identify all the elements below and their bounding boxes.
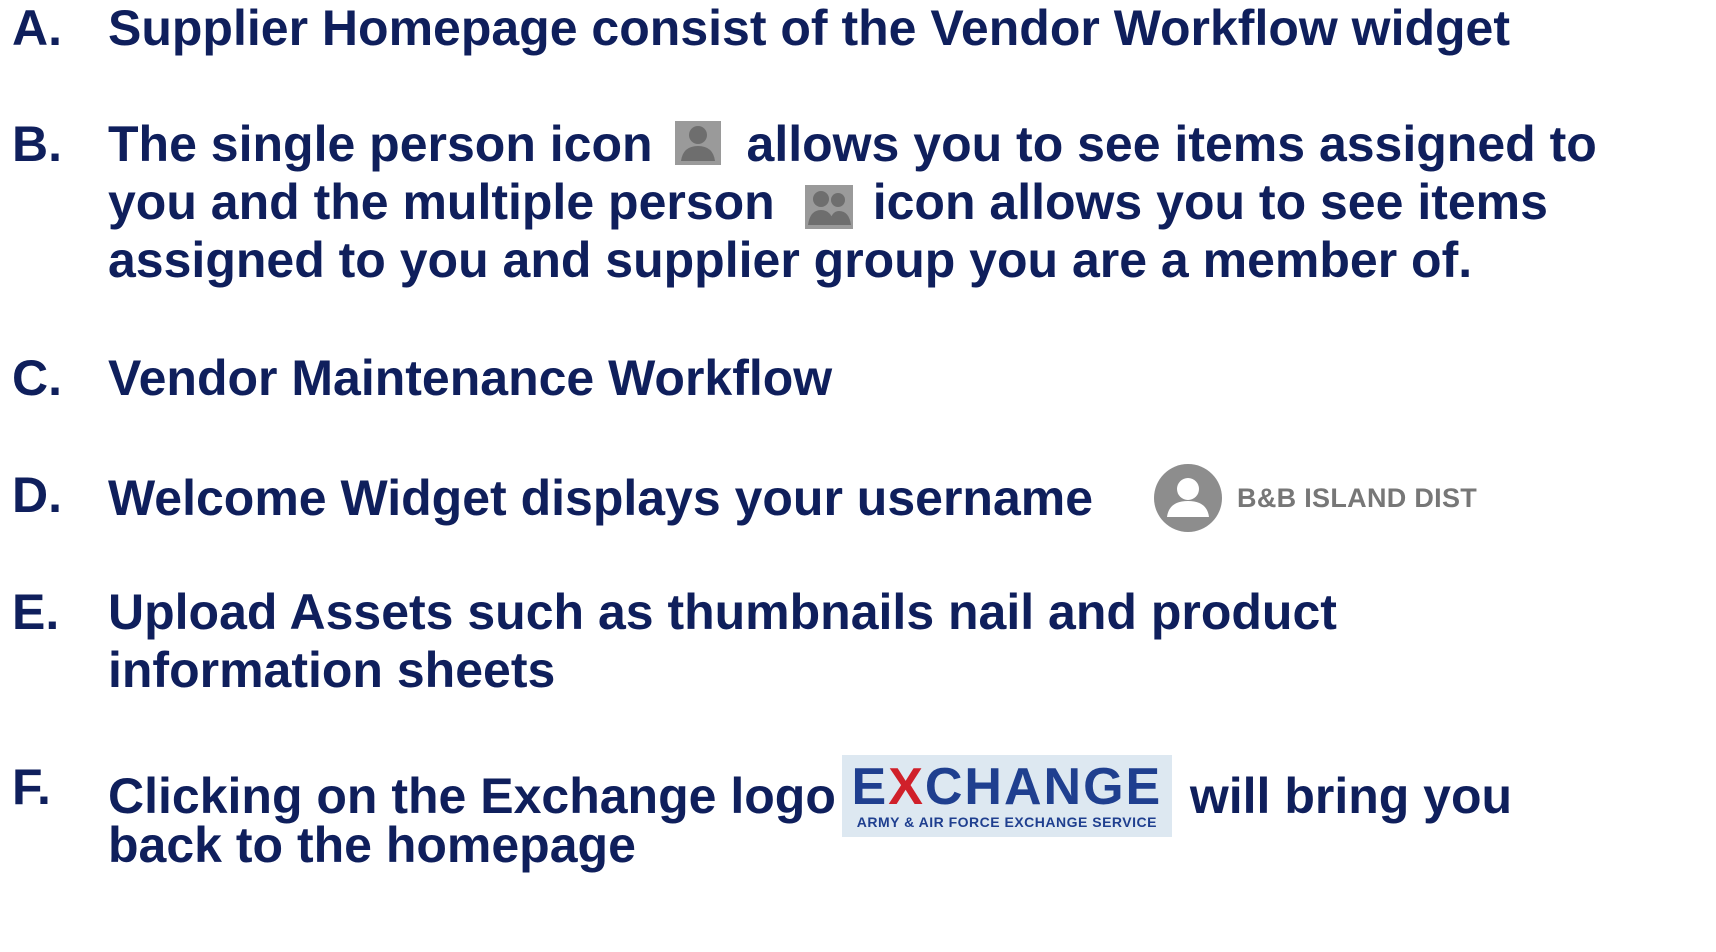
item-letter: A. [12, 0, 62, 56]
item-letter: C. [12, 350, 62, 406]
item-text: allows you to see items assigned to [746, 116, 1597, 172]
item-text: Vendor Maintenance Workflow [108, 350, 833, 406]
user-avatar-icon [1153, 463, 1223, 533]
exchange-logo[interactable]: EXCHANGE ARMY & AIR FORCE EXCHANGE SERVI… [841, 755, 1172, 837]
item-line-2: back to the homepage [108, 817, 636, 873]
item-text: The single person icon [108, 116, 653, 172]
single-person-icon [674, 116, 721, 165]
item-letter: F. [12, 759, 51, 815]
item-line-3: assigned to you and supplier group you a… [108, 232, 1473, 288]
item-line-2: you and the multiple person icon allows … [108, 170, 1548, 234]
username: B&B ISLAND DIST [1237, 483, 1478, 513]
item-line: Welcome Widget displays your username B&… [108, 463, 1477, 533]
item-letter: B. [12, 116, 62, 172]
item-text: Supplier Homepage consist of the Vendor … [108, 0, 1511, 56]
item-letter: E. [12, 584, 60, 640]
item-line-1: The single person icon allows you to see… [108, 112, 1597, 176]
logo-tagline: ARMY & AIR FORCE EXCHANGE SERVICE [856, 814, 1157, 830]
item-text: will bring you [1189, 768, 1513, 824]
item-text: icon allows you to see items [872, 174, 1548, 230]
item-letter: D. [12, 467, 62, 523]
item-line-1: Upload Assets such as thumbnails nail an… [108, 584, 1337, 640]
item-line-2: information sheets [108, 642, 556, 698]
item-text: you and the multiple person [108, 174, 775, 230]
item-text: Welcome Widget displays your username [108, 470, 1094, 526]
logo-wordmark: EXCHANGE [851, 758, 1163, 816]
welcome-widget: B&B ISLAND DIST [1153, 463, 1477, 533]
multiple-person-icon [804, 180, 853, 229]
